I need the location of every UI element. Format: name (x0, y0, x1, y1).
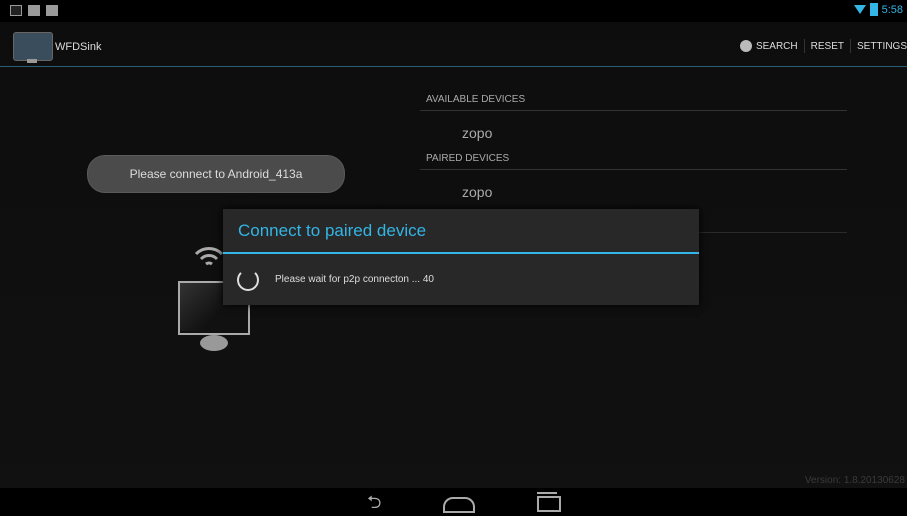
device-list-panel: AVAILABLE DEVICES zopo PAIRED DEVICES zo… (420, 94, 847, 233)
reset-button[interactable]: RESET (811, 41, 844, 52)
recents-icon[interactable] (537, 492, 561, 512)
dialog-title-divider (223, 252, 699, 254)
wfd-monitor-icon[interactable] (13, 32, 53, 63)
search-button[interactable]: SEARCH (756, 41, 798, 52)
toast-message: Please connect to Android_413a (87, 155, 345, 193)
home-icon[interactable] (443, 497, 475, 513)
gallery-icon (10, 5, 22, 16)
available-device-item[interactable]: zopo (420, 117, 847, 153)
screen: 5:58 WFDSink SEARCH RESET SETTINGS AVAIL… (0, 0, 907, 516)
status-bar: 5:58 (0, 0, 907, 22)
paired-devices-header: PAIRED DEVICES (420, 153, 847, 170)
settings-button[interactable]: SETTINGS (857, 41, 907, 52)
dialog-title: Connect to paired device (238, 221, 427, 240)
wifi-icon (853, 5, 866, 14)
dialog-message: Please wait for p2p connecton ... 40 (275, 274, 434, 285)
app-title: WFDSink (55, 41, 102, 53)
android-icon (46, 5, 58, 16)
search-icon[interactable] (739, 40, 752, 52)
monitor-stand-icon (200, 335, 228, 351)
screen-icon (28, 5, 40, 16)
clock: 5:58 (881, 3, 903, 16)
action-bar: WFDSink SEARCH RESET SETTINGS (0, 22, 907, 67)
battery-icon (869, 3, 878, 16)
connect-dialog: Connect to paired device Please wait for… (223, 209, 699, 305)
loading-spinner-icon (237, 269, 259, 291)
divider (803, 39, 805, 53)
divider (849, 39, 851, 53)
back-icon[interactable]: ⮌ (367, 493, 381, 511)
paired-device-item[interactable]: zopo (420, 176, 847, 212)
version-label: Version: 1.8.20130628 (804, 475, 905, 486)
available-devices-header: AVAILABLE DEVICES (420, 94, 847, 111)
navigation-bar: ⮌ (0, 488, 907, 516)
